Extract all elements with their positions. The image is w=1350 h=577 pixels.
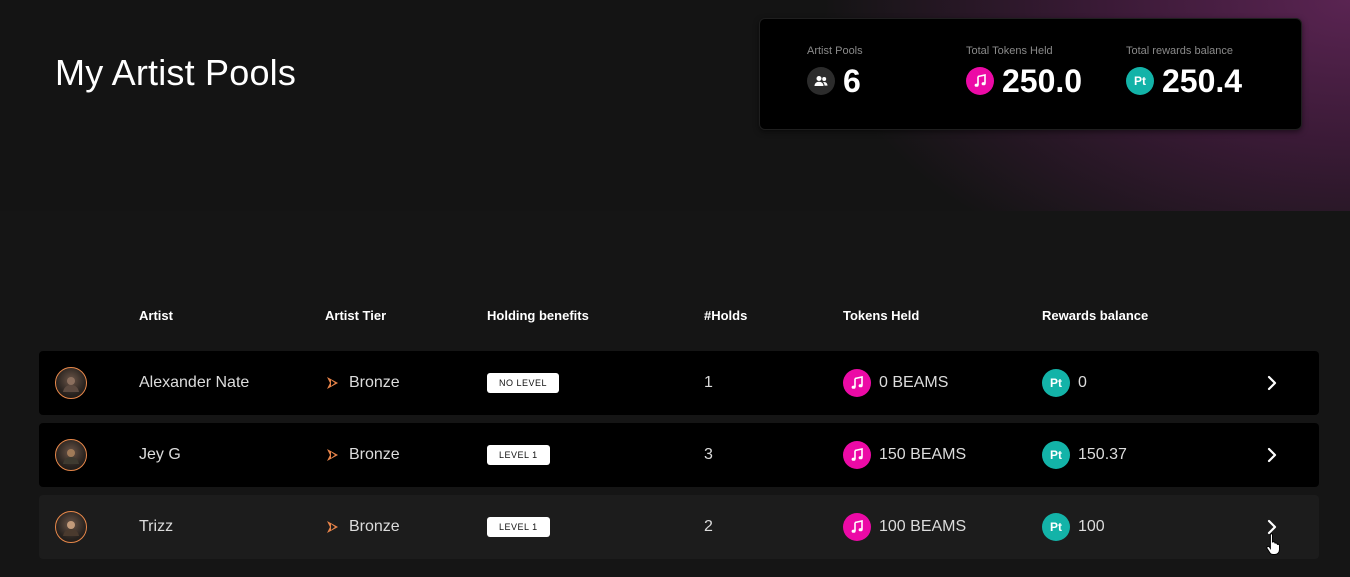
tokens-held: 100 BEAMS: [843, 495, 966, 559]
column-header-tokens: Tokens Held: [843, 308, 920, 323]
artist-name[interactable]: Trizz: [139, 495, 173, 559]
tier-label: Bronze: [349, 518, 400, 535]
tier-label: Bronze: [349, 446, 400, 463]
music-note-icon: [966, 67, 994, 95]
artist-avatar: [55, 439, 87, 471]
holds-count: 2: [704, 518, 713, 535]
stat-value: 250.4: [1162, 63, 1243, 99]
music-note-icon: [843, 441, 871, 469]
column-header-holds: #Holds: [704, 308, 748, 323]
rewards-value: 0: [1078, 374, 1087, 391]
stat-value: 6: [843, 63, 861, 99]
stat-total-rewards: Total rewards balance Pt 250.4: [1126, 45, 1242, 97]
stat-total-tokens: Total Tokens Held 250.0: [966, 45, 1082, 97]
column-header-tier: Artist Tier: [325, 308, 387, 323]
music-note-icon: [843, 513, 871, 541]
pt-token-icon: Pt: [1042, 441, 1070, 469]
benefit-badge: LEVEL 1: [487, 445, 550, 465]
artist-tier: Bronze: [325, 351, 400, 415]
tokens-held: 150 BEAMS: [843, 423, 966, 487]
pt-token-icon: Pt: [1126, 67, 1154, 95]
tokens-value: 0 BEAMS: [879, 374, 949, 391]
bronze-tier-icon: [325, 447, 341, 463]
holds-count: 3: [704, 446, 713, 463]
rewards-balance: Pt 100: [1042, 495, 1105, 559]
rewards-value: 150.37: [1078, 446, 1127, 463]
holds-count: 1: [704, 374, 713, 391]
tokens-value: 100 BEAMS: [879, 518, 967, 535]
tier-label: Bronze: [349, 374, 400, 391]
artist-tier: Bronze: [325, 423, 400, 487]
bronze-tier-icon: [325, 375, 341, 391]
rewards-value: 100: [1078, 518, 1105, 535]
music-note-icon: [843, 369, 871, 397]
table-row[interactable]: Jey G Bronze LEVEL 1 3 150 BEAMS Pt 150.…: [39, 423, 1319, 487]
pt-token-icon: Pt: [1042, 513, 1070, 541]
artist-tier: Bronze: [325, 495, 400, 559]
column-header-benefits: Holding benefits: [487, 308, 589, 323]
pt-token-icon: Pt: [1042, 369, 1070, 397]
stats-card: Artist Pools 6 Total Tokens Held 250.0 T…: [759, 18, 1302, 130]
stat-value: 250.0: [1002, 63, 1083, 99]
stat-label: Total Tokens Held: [966, 45, 1053, 57]
benefit-badge: NO LEVEL: [487, 373, 560, 393]
hand-cursor-icon: [1266, 533, 1280, 555]
stat-label: Total rewards balance: [1126, 45, 1234, 57]
chevron-right-icon[interactable]: [1265, 375, 1279, 391]
stat-label: Artist Pools: [807, 45, 863, 57]
rewards-balance: Pt 150.37: [1042, 423, 1127, 487]
artist-avatar: [55, 367, 87, 399]
tokens-held: 0 BEAMS: [843, 351, 948, 415]
table-row[interactable]: Alexander Nate Bronze NO LEVEL 1 0 BEAMS…: [39, 351, 1319, 415]
column-header-artist: Artist: [139, 308, 173, 323]
bronze-tier-icon: [325, 519, 341, 535]
rewards-balance: Pt 0: [1042, 351, 1087, 415]
users-icon: [807, 67, 835, 95]
benefit-badge: LEVEL 1: [487, 517, 550, 537]
table-row[interactable]: Trizz Bronze LEVEL 1 2 100 BEAMS Pt 100: [39, 495, 1319, 559]
column-header-rewards: Rewards balance: [1042, 308, 1149, 323]
artist-name[interactable]: Alexander Nate: [139, 351, 249, 415]
artist-avatar: [55, 511, 87, 543]
page-title: My Artist Pools: [55, 52, 297, 93]
chevron-right-icon[interactable]: [1265, 447, 1279, 463]
stat-artist-pools: Artist Pools 6: [807, 45, 863, 97]
artist-name[interactable]: Jey G: [139, 423, 181, 487]
tokens-value: 150 BEAMS: [879, 446, 967, 463]
